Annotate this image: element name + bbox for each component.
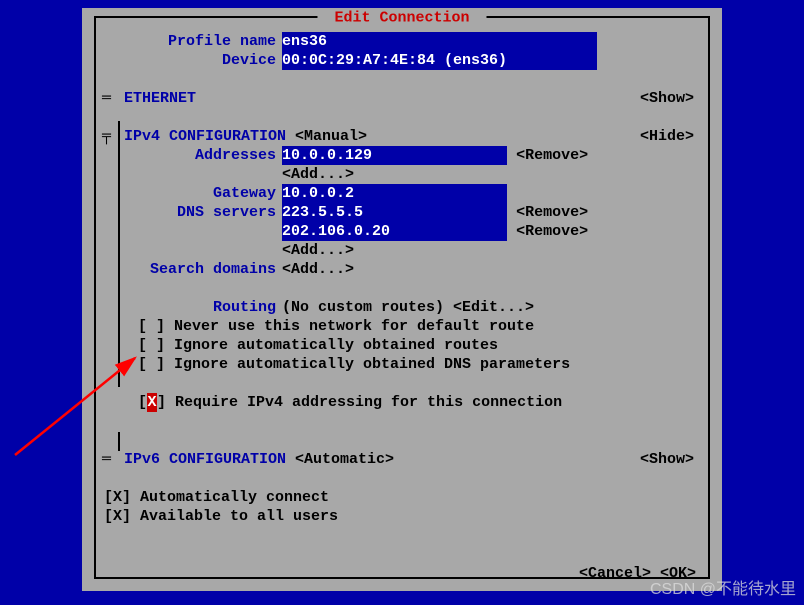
ethernet-section: ═ ETHERNET <Show> — [102, 89, 702, 108]
ipv4-title: IPv4 CONFIGURATION — [124, 127, 286, 146]
addresses-row: Addresses 10.0.0.129 <Remove> — [102, 146, 702, 165]
gateway-label: Gateway — [102, 184, 276, 203]
dns-add-button[interactable]: <Add...> — [282, 241, 354, 260]
routing-label: Routing — [102, 298, 276, 317]
dialog-border: Edit Connection Profile name ens36 Devic… — [94, 16, 710, 579]
dns2-input[interactable]: 202.106.0.20 — [282, 222, 507, 241]
ipv6-show-button[interactable]: <Show> — [640, 450, 694, 469]
dialog-content: Profile name ens36 Device 00:0C:29:A7:4E… — [102, 32, 702, 569]
ipv6-tree-line — [118, 432, 120, 451]
checkbox-auto-connect[interactable]: [X] Automatically connect — [102, 488, 702, 507]
addresses-add-button[interactable]: <Add...> — [282, 165, 354, 184]
search-domains-add-button[interactable]: <Add...> — [282, 260, 354, 279]
profile-name-row: Profile name ens36 — [102, 32, 702, 51]
ipv4-marker: ╤ — [102, 127, 124, 146]
routing-value: (No custom routes) — [282, 298, 444, 317]
checkbox-all-users[interactable]: [X] Available to all users — [102, 507, 702, 526]
checkbox-ignore-routes[interactable]: [ ] Ignore automatically obtained routes — [102, 336, 702, 355]
ethernet-show-button[interactable]: <Show> — [640, 89, 694, 108]
routing-edit-button[interactable]: <Edit...> — [444, 298, 534, 317]
device-input[interactable]: 00:0C:29:A7:4E:84 (ens36) — [282, 51, 597, 70]
gateway-row: Gateway 10.0.0.2 — [102, 184, 702, 203]
require-ipv4-x: X — [147, 393, 157, 412]
search-domains-row: Search domains <Add...> — [102, 260, 702, 279]
dns1-input[interactable]: 223.5.5.5 — [282, 203, 507, 222]
dialog-frame: Edit Connection Profile name ens36 Devic… — [82, 8, 722, 591]
checkbox-ignore-dns[interactable]: [ ] Ignore automatically obtained DNS pa… — [102, 355, 702, 374]
ethernet-marker: ═ — [102, 89, 124, 108]
dns-row-2: 202.106.0.20 <Remove> — [102, 222, 702, 241]
watermark: CSDN @不能待水里 — [650, 575, 796, 599]
ipv6-section: ═ IPv6 CONFIGURATION <Automatic> <Show> — [102, 450, 702, 469]
routing-row: Routing (No custom routes) <Edit...> — [102, 298, 702, 317]
addresses-input[interactable]: 10.0.0.129 — [282, 146, 507, 165]
device-label: Device — [102, 51, 276, 70]
checkbox-require-ipv4[interactable]: [X] Require IPv4 addressing for this con… — [102, 393, 702, 412]
cancel-button[interactable]: <Cancel> — [579, 565, 651, 582]
device-row: Device 00:0C:29:A7:4E:84 (ens36) — [102, 51, 702, 70]
ipv4-tree-line — [118, 121, 120, 387]
dns-row-1: DNS servers 223.5.5.5 <Remove> — [102, 203, 702, 222]
ipv4-section: ╤ IPv4 CONFIGURATION <Manual> <Hide> — [102, 127, 702, 146]
search-domains-label: Search domains — [102, 260, 276, 279]
gateway-input[interactable]: 10.0.0.2 — [282, 184, 507, 203]
ipv4-mode-select[interactable]: <Manual> — [286, 127, 367, 146]
footer: <Cancel> <OK> — [102, 545, 702, 564]
ipv6-marker: ═ — [102, 450, 124, 469]
dns1-remove-button[interactable]: <Remove> — [507, 203, 588, 222]
ipv4-hide-button[interactable]: <Hide> — [640, 127, 694, 146]
dns-label: DNS servers — [102, 203, 276, 222]
profile-name-label: Profile name — [102, 32, 276, 51]
addresses-label: Addresses — [102, 146, 276, 165]
profile-name-input[interactable]: ens36 — [282, 32, 597, 51]
ipv6-mode-select[interactable]: <Automatic> — [286, 450, 394, 469]
dialog-title: Edit Connection — [317, 10, 486, 27]
ipv6-title: IPv6 CONFIGURATION — [124, 450, 286, 469]
ethernet-title: ETHERNET — [124, 89, 196, 108]
dns2-remove-button[interactable]: <Remove> — [507, 222, 588, 241]
addresses-remove-button[interactable]: <Remove> — [507, 146, 588, 165]
checkbox-default-route[interactable]: [ ] Never use this network for default r… — [102, 317, 702, 336]
